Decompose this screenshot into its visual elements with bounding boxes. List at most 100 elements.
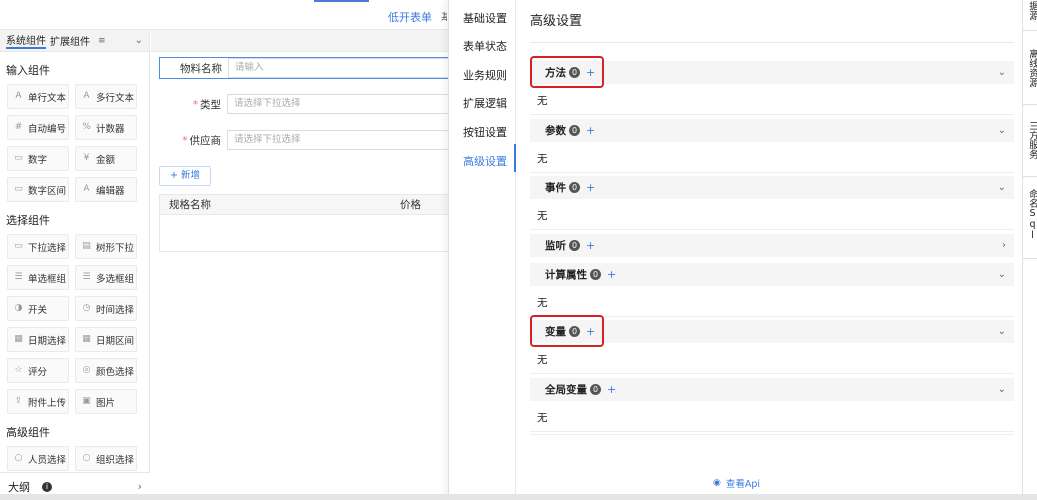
field-supplier[interactable]: * 供应商 请选择下拉选择 (159, 129, 459, 151)
component-item[interactable]: % 计数器 (75, 115, 137, 140)
top-bar: 低开表单 基 (0, 0, 448, 34)
tab-divider (1023, 176, 1037, 177)
component-item[interactable]: A 单行文本 (7, 84, 69, 109)
plus-icon[interactable]: + (607, 268, 616, 281)
chevron-down-icon[interactable]: ⌄ (998, 125, 1006, 136)
chevron-right-icon[interactable]: › (138, 480, 142, 493)
component-item[interactable]: ▭ 数字区间 (7, 177, 69, 202)
chevron-down-icon[interactable]: ⌄ (998, 67, 1006, 78)
component-item[interactable]: ○ 人员选择 (7, 446, 69, 471)
component-item[interactable]: ☰ 单选框组 (7, 265, 69, 290)
component-item[interactable]: ☆ 评分 (7, 358, 69, 383)
section-divider (530, 434, 1014, 435)
count-badge: 0 (569, 124, 580, 136)
component-icon: ▦ (14, 334, 23, 344)
canvas-toolbar (151, 30, 448, 52)
form-canvas: 物料名称 请输入 * 类型 请选择下拉选择 * 供应商 请选择下拉选择 + 新增 规… (151, 30, 466, 500)
menu-icon[interactable]: ≡ (98, 36, 106, 46)
component-icon: A (83, 184, 90, 194)
view-api-link[interactable]: ◉ 查看Api (713, 476, 760, 490)
component-item[interactable]: A 编辑器 (75, 177, 137, 202)
nav-basic-settings[interactable]: 基础设置 (463, 10, 507, 26)
tab-offline-resources[interactable]: 离线资源 (1023, 43, 1037, 93)
component-label: 金额 (96, 154, 116, 166)
component-icon: ◷ (82, 303, 91, 313)
component-label: 日期选择 (28, 335, 67, 347)
nav-button-settings[interactable]: 按钮设置 (463, 124, 507, 140)
tab-next-cut[interactable]: 基 (441, 9, 447, 21)
chevron-down-icon[interactable]: ⌄ (998, 326, 1006, 337)
column-spec-name: 规格名称 (169, 199, 211, 211)
settings-nav: 基础设置 表单状态 业务规则 扩展逻辑 按钮设置 高级设置 (448, 0, 516, 500)
info-icon[interactable]: i (42, 481, 52, 492)
component-item[interactable]: ▣ 图片 (75, 389, 137, 414)
type-select[interactable]: 请选择下拉选择 (227, 94, 459, 114)
group-title: 输入组件 (6, 64, 50, 77)
component-icon: ⇪ (14, 396, 23, 406)
component-item[interactable]: # 自动编号 (7, 115, 69, 140)
chevron-down-icon[interactable]: ⌄ (135, 35, 143, 46)
material-name-input[interactable]: 请输入 (228, 58, 458, 78)
nav-business-rules[interactable]: 业务规则 (463, 67, 507, 83)
field-label: * 类型 (192, 98, 221, 111)
nav-advanced-settings[interactable]: 高级设置 (463, 153, 507, 169)
tab-data-source[interactable]: 据源 (1023, 0, 1037, 23)
component-tabs: 系统组件 扩展组件 ≡ ⌄ (0, 30, 149, 52)
tab-third-party-services[interactable]: 三方服务 (1023, 115, 1037, 165)
supplier-select[interactable]: 请选择下拉选择 (227, 130, 459, 150)
component-label: 单选框组 (28, 273, 67, 285)
section-header[interactable]: 监听 0 + › (530, 233, 1014, 257)
app-root: 低开表单 基 系统组件 扩展组件 ≡ ⌄ 输入组件 A 单行文本 A 多行文本 # 自动编号… (0, 0, 1037, 500)
chevron-down-icon[interactable]: ⌄ (998, 384, 1006, 395)
component-item[interactable]: ☰ 多选框组 (75, 265, 137, 290)
component-item[interactable]: ▭ 下拉选择 (7, 234, 69, 259)
section-name: 事件 (545, 182, 566, 194)
section-empty-text: 无 (537, 210, 548, 222)
section-empty-text: 无 (537, 95, 548, 107)
component-item[interactable]: ¥ 金额 (75, 146, 137, 171)
right-side-tabs: 据源 离线资源 三方服务 命名Sql (1022, 0, 1037, 500)
component-item[interactable]: A 多行文本 (75, 84, 137, 109)
component-item[interactable]: ▦ 日期区间 (75, 327, 137, 352)
component-item[interactable]: ▤ 树形下拉 (75, 234, 137, 259)
chevron-right-icon[interactable]: › (1002, 240, 1006, 251)
chevron-down-icon[interactable]: ⌄ (998, 182, 1006, 193)
section-header[interactable]: 计算属性 0 + ⌄ (530, 262, 1014, 286)
nav-extension-logic[interactable]: 扩展逻辑 (463, 95, 507, 111)
component-item[interactable]: ◎ 颜色选择 (75, 358, 137, 383)
plus-icon[interactable]: + (607, 383, 616, 396)
component-label: 计数器 (96, 123, 125, 135)
component-item[interactable]: ▭ 数字 (7, 146, 69, 171)
outline-label: 大纲 (8, 480, 30, 494)
section-header[interactable]: 事件 0 + ⌄ (530, 176, 1014, 199)
plus-icon[interactable]: + (586, 181, 595, 194)
field-material-name[interactable]: 物料名称 请输入 (159, 57, 459, 79)
component-item[interactable]: ◑ 开关 (7, 296, 69, 321)
tab-lowcode-form[interactable]: 低开表单 (388, 9, 432, 34)
component-icon: ◎ (82, 365, 91, 375)
component-item[interactable]: ⇪ 附件上传 (7, 389, 69, 414)
tab-system-components[interactable]: 系统组件 (6, 32, 46, 49)
field-type[interactable]: * 类型 请选择下拉选择 (159, 93, 459, 115)
section-header[interactable]: 参数 0 + ⌄ (530, 118, 1014, 142)
component-label: 图片 (96, 397, 116, 409)
section-name: 全局变量 (545, 383, 587, 396)
tab-divider (1023, 104, 1037, 105)
component-item[interactable]: ▦ 日期选择 (7, 327, 69, 352)
component-item[interactable]: ◷ 时间选择 (75, 296, 137, 321)
component-item[interactable]: ○ 组织选择 (75, 446, 137, 471)
add-button[interactable]: + 新增 (159, 166, 211, 186)
tab-extended-components[interactable]: 扩展组件 (50, 33, 90, 48)
section-header[interactable]: 全局变量 0 + ⌄ (530, 377, 1014, 401)
chevron-down-icon[interactable]: ⌄ (998, 269, 1006, 280)
component-label: 评分 (28, 366, 48, 378)
column-price: 价格 (400, 199, 421, 211)
component-grid: ○ 人员选择 ○ 组织选择 (0, 444, 149, 471)
tab-named-sql[interactable]: 命名Sql (1023, 185, 1037, 245)
plus-icon[interactable]: + (586, 124, 595, 137)
tab-divider (1023, 258, 1037, 259)
plus-icon[interactable]: + (586, 239, 595, 252)
component-icon: ▭ (14, 241, 23, 251)
nav-form-state[interactable]: 表单状态 (463, 38, 507, 54)
section-empty-text: 无 (537, 354, 548, 366)
